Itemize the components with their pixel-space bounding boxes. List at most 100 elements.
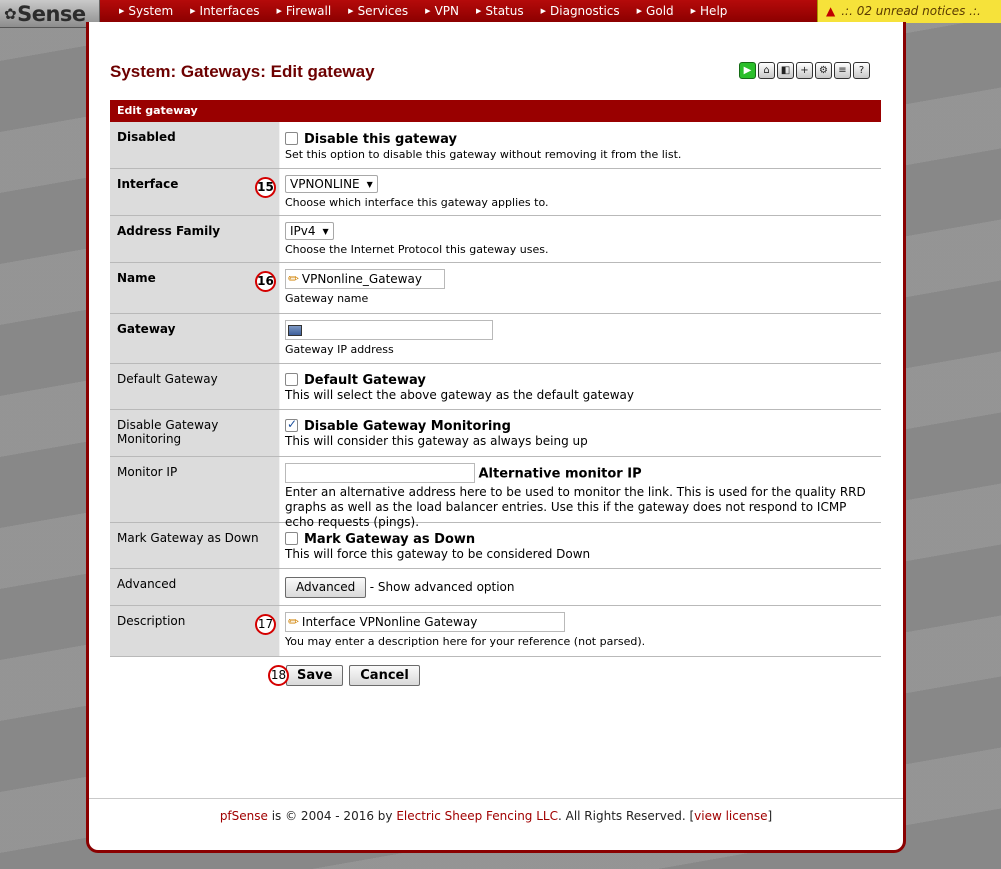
help-icon[interactable]: ? [853, 62, 870, 79]
menu-arrow-icon: ▶ [425, 7, 431, 15]
menu-help[interactable]: ▶ Help [680, 0, 734, 23]
description-input-value: Interface VPNonline Gateway [301, 615, 478, 629]
label-gateway: Gateway [110, 314, 280, 363]
home-icon[interactable]: ⌂ [758, 62, 775, 79]
row-address-family: Address Family IPv4 ▼ Choose the Internet… [110, 216, 881, 263]
value-name: ✏ VPNonline_Gateway Gateway name [280, 263, 881, 313]
menu-gold[interactable]: ▶ Gold [626, 0, 680, 23]
row-disabled: Disabled Disable this gateway Set this o… [110, 122, 881, 169]
warning-triangle-icon: ▲ [826, 4, 836, 18]
annotation-badge: 16 [255, 271, 276, 292]
value-default-gateway: Default Gateway This will select the abo… [280, 364, 881, 409]
value-advanced: Advanced - Show advanced option [280, 569, 881, 605]
gateway-ip-input[interactable] [285, 320, 493, 340]
label-name-text: Name [117, 271, 156, 285]
address-family-select[interactable]: IPv4 ▼ [285, 222, 334, 240]
menu-label: Help [700, 4, 728, 18]
network-icon [288, 324, 302, 336]
label-monitor-ip: Monitor IP [110, 457, 280, 522]
pfsense-logo[interactable]: ✿Sense [0, 0, 100, 28]
description-input[interactable]: ✏ Interface VPNonline Gateway [285, 612, 565, 632]
label-disable-monitoring: Disable Gateway Monitoring [110, 410, 280, 456]
save-button[interactable]: Save [286, 665, 344, 686]
address-family-help: Choose the Internet Protocol this gatewa… [285, 243, 549, 256]
menu-vpn[interactable]: ▶ VPN [414, 0, 465, 23]
settings-icon[interactable]: ⚙ [815, 62, 832, 79]
value-monitor-ip: Alternative monitor IP Enter an alternat… [280, 457, 881, 529]
menu-services[interactable]: ▶ Services [337, 0, 414, 23]
description-help: You may enter a description here for you… [285, 635, 646, 648]
notice-text[interactable]: .:. 02 unread notices .:. [841, 4, 981, 18]
menu-arrow-icon: ▶ [348, 7, 354, 15]
footer-text: is © 2004 - 2016 by [267, 809, 397, 823]
main-panel: System: Gateways: Edit gateway ▶ ⌂ ◧ + ⚙… [86, 22, 906, 853]
page-title: System: Gateways: Edit gateway [110, 62, 375, 81]
footer-close: ] [767, 809, 773, 823]
menu-interfaces[interactable]: ▶ Interfaces [179, 0, 265, 23]
label-address-family: Address Family [110, 216, 280, 262]
disabled-help: Set this option to disable this gateway … [285, 148, 682, 161]
row-interface: Interface 15 VPNONLINE ▼ Choose which int… [110, 169, 881, 216]
menu-label: Gold [646, 4, 674, 18]
row-description: Description 17 ✏ Interface VPNonline Gate… [110, 606, 881, 657]
disable-gateway-checkbox[interactable] [285, 132, 298, 145]
cancel-button[interactable]: Cancel [349, 665, 420, 686]
chevron-down-icon: ▼ [366, 180, 373, 189]
footer-brand-link[interactable]: pfSense [220, 809, 268, 823]
top-navbar: ▶ System ▶ Interfaces ▶ Firewall ▶ Services ▶ VPN… [0, 0, 1001, 23]
pencil-icon: ✏ [288, 271, 299, 287]
label-interface: Interface 15 [110, 169, 280, 215]
restore-icon[interactable]: ◧ [777, 62, 794, 79]
interface-select-value: VPNONLINE [290, 177, 360, 191]
default-gateway-checkbox[interactable] [285, 373, 298, 386]
advanced-button[interactable]: Advanced [285, 577, 367, 598]
label-default-gateway: Default Gateway [110, 364, 280, 409]
monitor-ip-input[interactable] [285, 463, 475, 483]
menu-arrow-icon: ▶ [636, 7, 643, 15]
mark-down-checkbox[interactable] [285, 532, 298, 545]
footer: pfSense is © 2004 - 2016 by Electric She… [89, 809, 903, 823]
menu-firewall[interactable]: ▶ Firewall [266, 0, 338, 23]
list-icon[interactable]: ≡ [834, 62, 851, 79]
value-interface: VPNONLINE ▼ Choose which interface this g… [280, 169, 881, 215]
menu-diagnostics[interactable]: ▶ Diagnostics [530, 0, 626, 23]
add-icon[interactable]: + [796, 62, 813, 79]
label-interface-text: Interface [117, 177, 179, 191]
menu-arrow-icon: ▶ [690, 7, 697, 15]
toolbar-icons: ▶ ⌂ ◧ + ⚙ ≡ ? [739, 62, 870, 79]
menu-status[interactable]: ▶ Status [465, 0, 530, 23]
value-gateway: Gateway IP address [280, 314, 881, 363]
advanced-suffix: - Show advanced option [369, 580, 515, 594]
name-input-value: VPNonline_Gateway [301, 272, 422, 286]
label-name: Name 16 [110, 263, 280, 313]
interface-select[interactable]: VPNONLINE ▼ [285, 175, 378, 193]
name-input[interactable]: ✏ VPNonline_Gateway [285, 269, 445, 289]
value-address-family: IPv4 ▼ Choose the Internet Protocol this … [280, 216, 881, 262]
menu-system[interactable]: ▶ System [108, 0, 179, 23]
label-advanced: Advanced [110, 569, 280, 605]
value-description: ✏ Interface VPNonline Gateway You may ent… [280, 606, 881, 656]
row-default-gateway: Default Gateway Default Gateway This wil… [110, 364, 881, 410]
view-license-link[interactable]: view license [694, 809, 767, 823]
disable-monitoring-help: This will consider this gateway as alway… [285, 434, 588, 448]
chevron-down-icon: ▼ [322, 227, 329, 236]
value-mark-down: Mark Gateway as Down This will force thi… [280, 523, 881, 568]
menu-arrow-icon: ▶ [276, 7, 282, 15]
menu-arrow-icon: ▶ [540, 7, 547, 15]
value-disable-monitoring: Disable Gateway Monitoring This will con… [280, 410, 881, 456]
footer-company-link[interactable]: Electric Sheep Fencing LLC [396, 809, 558, 823]
menu-label: System [128, 4, 174, 18]
pencil-icon: ✏ [288, 614, 299, 630]
row-monitor-ip: Monitor IP Alternative monitor IP Enter … [110, 457, 881, 529]
mark-down-label: Mark Gateway as Down [304, 532, 476, 547]
menu-arrow-icon: ▶ [190, 7, 196, 15]
play-icon[interactable]: ▶ [739, 62, 756, 79]
mark-down-help: This will force this gateway to be consi… [285, 547, 591, 561]
address-family-select-value: IPv4 [290, 224, 316, 238]
notice-banner[interactable]: ▲ .:. 02 unread notices .:. [817, 0, 1001, 23]
value-disabled: Disable this gateway Set this option to … [280, 122, 881, 168]
menu-arrow-icon: ▶ [119, 7, 125, 15]
disable-monitoring-checkbox[interactable] [285, 417, 298, 432]
row-name: Name 16 ✏ VPNonline_Gateway Gateway name [110, 263, 881, 314]
menu-label: Status [485, 4, 524, 18]
